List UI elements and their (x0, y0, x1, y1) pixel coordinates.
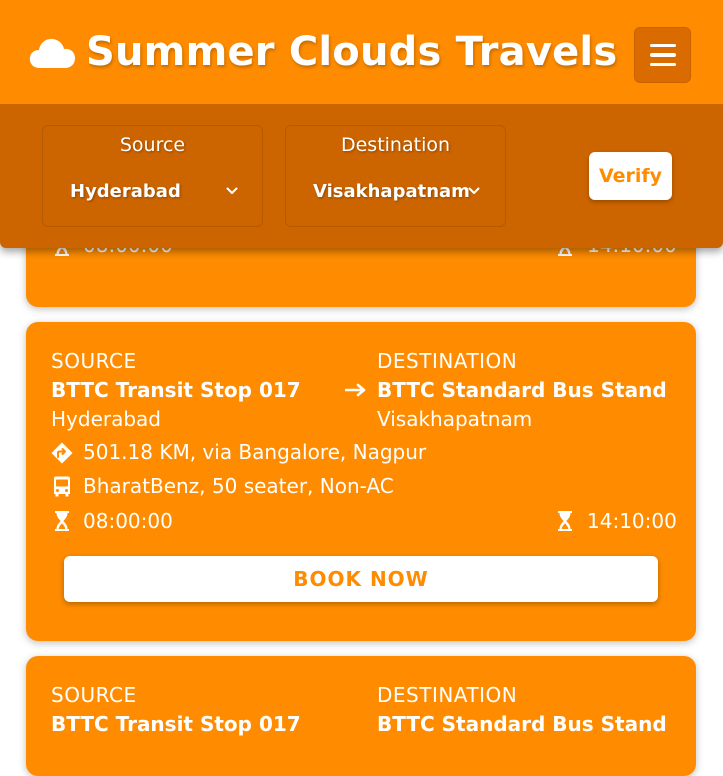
arrow-right-icon (345, 383, 366, 397)
destination-label: DESTINATION (377, 349, 518, 373)
search-filter-bar: Source Hyderabad Destination Visakhapatn… (0, 104, 723, 248)
destination-city: Visakhapatnam (377, 407, 533, 431)
bus-icon (54, 476, 70, 497)
source-stop: BTTC Transit Stop 017 (51, 712, 301, 736)
chevron-down-icon (468, 187, 480, 194)
bus-details: BharatBenz, 50 seater, Non-AC (83, 474, 394, 498)
brand[interactable]: Summer Clouds Travels (28, 26, 617, 78)
chevron-down-icon (226, 187, 238, 194)
destination-label: DESTINATION (377, 683, 518, 707)
arrival-time: 14:10:00 (587, 509, 677, 533)
book-now-button[interactable]: BOOK NOW (64, 556, 658, 602)
hamburger-icon (649, 43, 676, 48)
destination-stop: BTTC Standard Bus Stand (377, 712, 667, 736)
source-select[interactable]: Source Hyderabad (42, 125, 263, 227)
source-stop: BTTC Transit Stop 017 (51, 378, 301, 402)
departure-time: 08:00:00 (83, 509, 173, 533)
brand-title: Summer Clouds Travels (86, 29, 618, 75)
source-label: SOURCE (51, 349, 137, 373)
source-city: Hyderabad (51, 407, 161, 431)
navbar: Summer Clouds Travels (0, 0, 723, 104)
verify-button[interactable]: Verify (589, 152, 672, 200)
source-label: SOURCE (51, 683, 137, 707)
hourglass-icon (558, 511, 572, 531)
source-select-label: Source (119, 134, 186, 156)
route-icon (51, 442, 73, 464)
cloud-icon (29, 38, 76, 68)
route-details: 501.18 KM, via Bangalore, Nagpur (83, 440, 427, 464)
destination-select-label: Destination (340, 134, 451, 156)
menu-toggle-button[interactable] (634, 27, 691, 83)
source-select-value[interactable]: Hyderabad (70, 181, 181, 202)
bus-card: SOURCE BTTC Transit Stop 017 DESTINATION… (26, 656, 696, 776)
destination-select-value[interactable]: Visakhapatnam (313, 181, 470, 202)
destination-stop: BTTC Standard Bus Stand (377, 378, 667, 402)
hourglass-icon (55, 511, 69, 531)
destination-select[interactable]: Destination Visakhapatnam (285, 125, 506, 227)
bus-card: SOURCE BTTC Transit Stop 017 Hyderabad D… (26, 322, 696, 641)
